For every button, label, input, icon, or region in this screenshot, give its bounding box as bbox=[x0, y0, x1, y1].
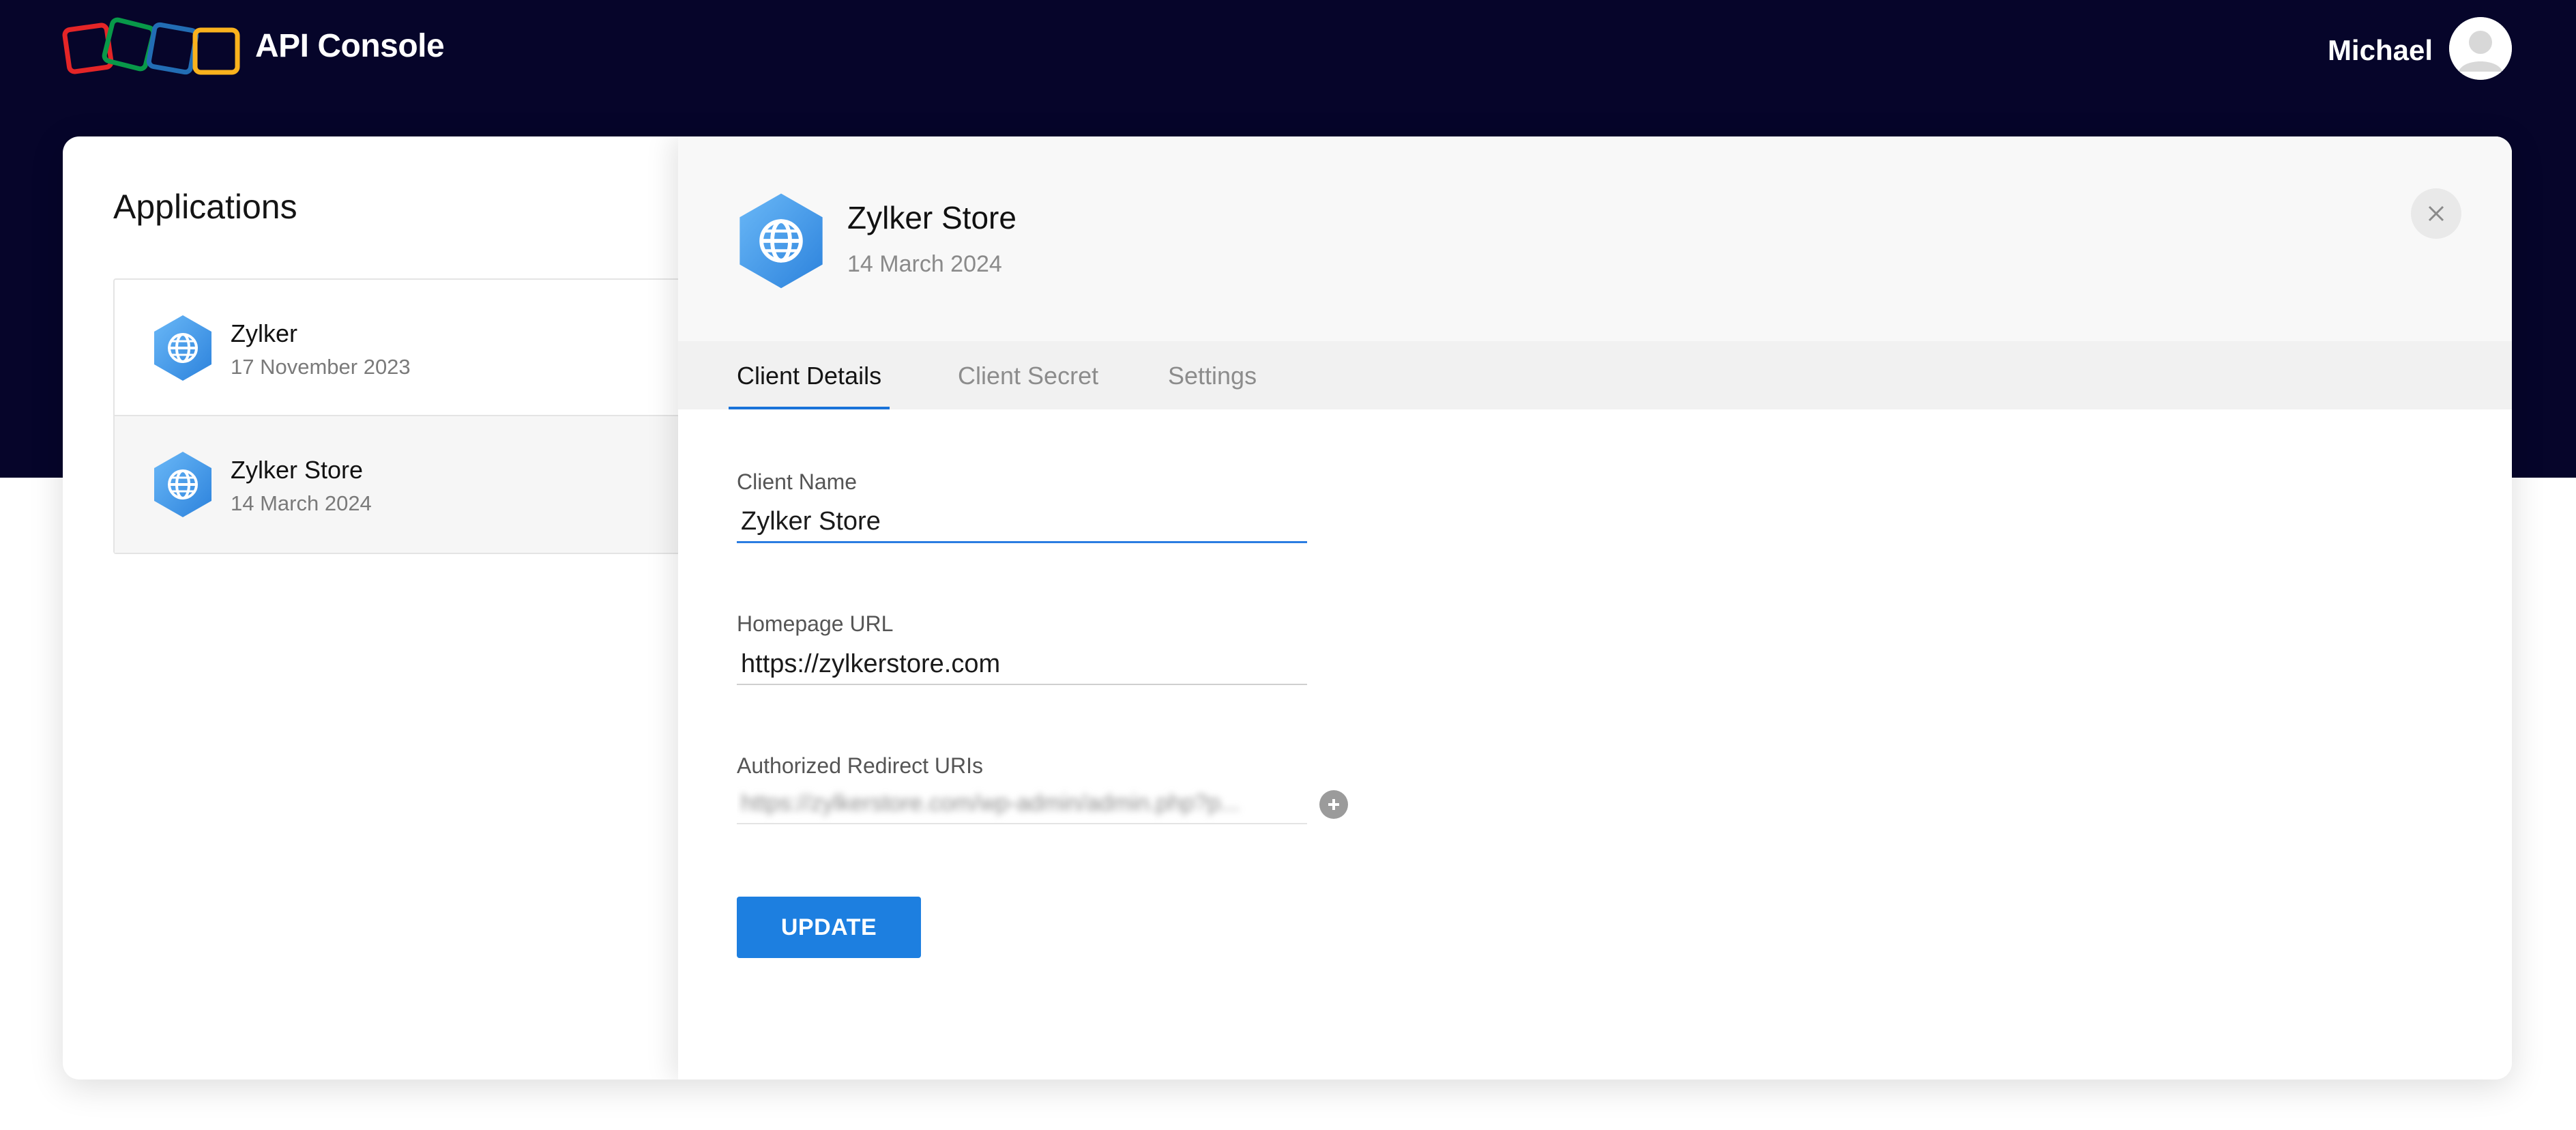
user-avatar-icon[interactable] bbox=[2449, 17, 2512, 80]
app-date: 14 March 2024 bbox=[231, 491, 372, 515]
tab-client-secret[interactable]: Client Secret bbox=[958, 362, 1098, 409]
applications-heading: Applications bbox=[113, 188, 297, 226]
top-header: API Console Michael bbox=[0, 0, 2576, 102]
tab-settings[interactable]: Settings bbox=[1168, 362, 1257, 409]
plus-icon bbox=[1328, 799, 1339, 810]
redirect-uri-value: https://zylkerstore.com/wp-admin/admin.p… bbox=[741, 790, 1240, 816]
app-name: Zylker Store bbox=[231, 456, 364, 484]
globe-icon bbox=[740, 193, 823, 289]
client-name-input[interactable] bbox=[737, 502, 1307, 543]
tab-client-details[interactable]: Client Details bbox=[729, 362, 890, 409]
app-name: Zylker bbox=[231, 319, 297, 347]
client-detail-panel: Zylker Store 14 March 2024 Client Detail… bbox=[678, 136, 2512, 1080]
app-date: 17 November 2023 bbox=[231, 355, 411, 379]
applications-card: Applications Zylker 17 November 2023 Zyl… bbox=[63, 136, 2512, 1080]
redirect-uris-label: Authorized Redirect URIs bbox=[737, 753, 984, 778]
homepage-url-input[interactable] bbox=[737, 644, 1307, 685]
zoho-logo-icon[interactable] bbox=[61, 15, 246, 83]
user-name[interactable]: Michael bbox=[2328, 34, 2433, 67]
detail-tabs: Client Details Client Secret Settings bbox=[678, 341, 2512, 409]
update-button[interactable]: UPDATE bbox=[737, 897, 921, 958]
detail-date: 14 March 2024 bbox=[847, 251, 1002, 277]
add-redirect-uri-button[interactable] bbox=[1319, 790, 1348, 819]
homepage-url-label: Homepage URL bbox=[737, 611, 894, 636]
client-name-label: Client Name bbox=[737, 469, 858, 494]
close-icon bbox=[2428, 205, 2444, 222]
globe-icon bbox=[154, 452, 211, 517]
detail-header: Zylker Store 14 March 2024 bbox=[678, 136, 2512, 341]
redirect-uri-field[interactable]: https://zylkerstore.com/wp-admin/admin.p… bbox=[737, 785, 1307, 824]
globe-icon bbox=[154, 315, 211, 381]
detail-title: Zylker Store bbox=[847, 200, 1016, 235]
close-button[interactable] bbox=[2411, 188, 2461, 239]
app-title: API Console bbox=[255, 28, 445, 64]
